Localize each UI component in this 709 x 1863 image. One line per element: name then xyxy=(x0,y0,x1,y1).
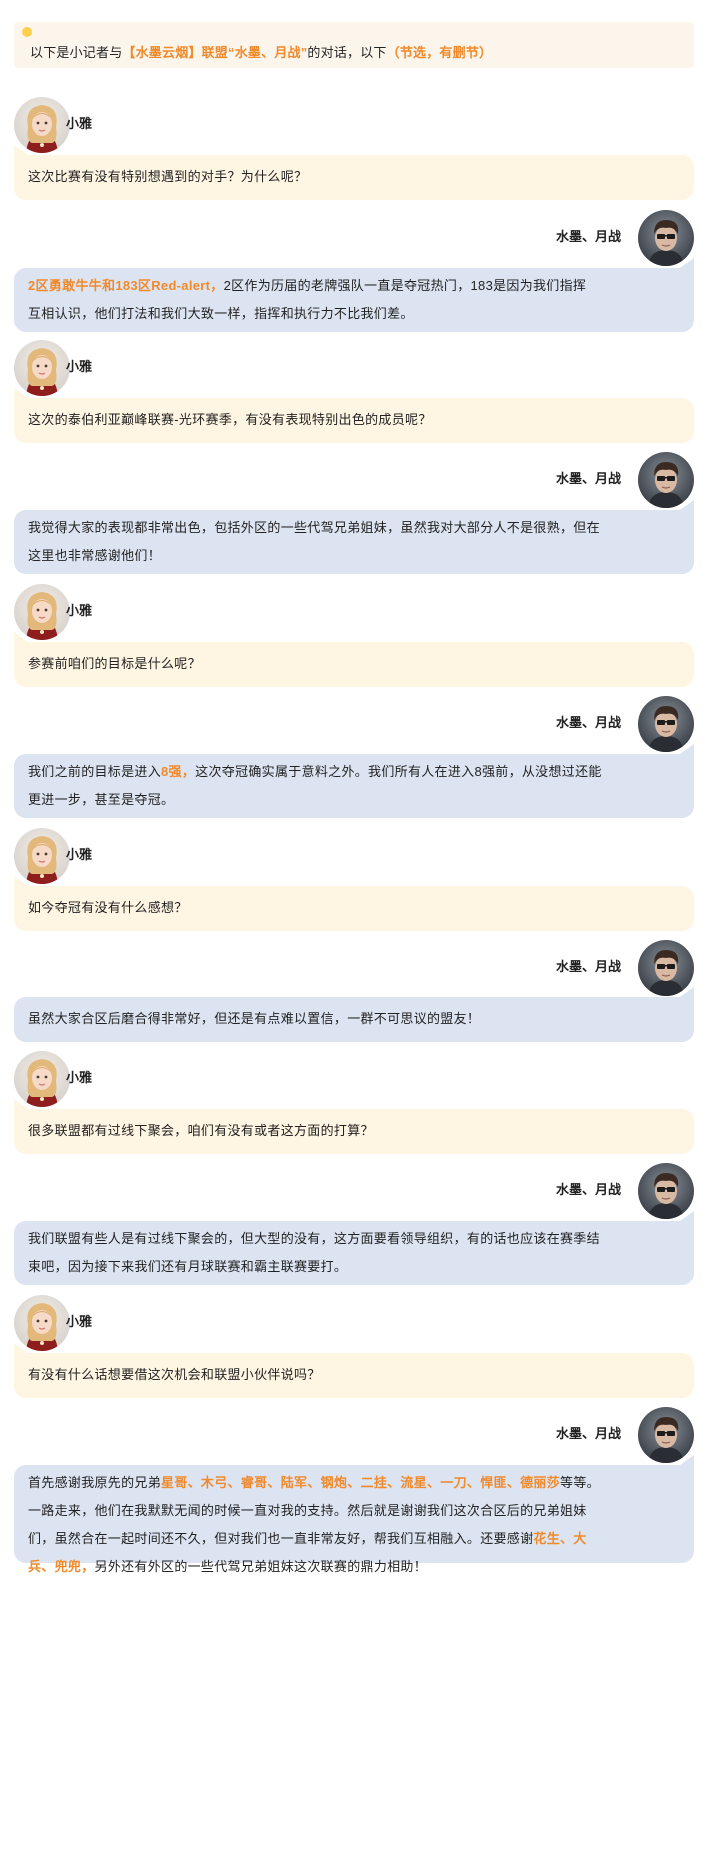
question-text: 这次比赛有没有特别想遇到的对手？为什么呢？ xyxy=(28,169,308,184)
question-bubble: 参赛前咱们的目标是什么呢？ xyxy=(14,642,694,687)
question-text: 参赛前咱们的目标是什么呢？ xyxy=(28,656,201,671)
question-bubble-tail xyxy=(14,632,28,642)
intro-banner: 以下是小记者与【水墨云烟】联盟“水墨、月战”的对话，以下（节选，有删节） xyxy=(14,22,694,68)
answer-bubble: 我觉得大家的表现都非常出色，包括外区的一些代驾兄弟姐妹，虽然我对大部分人不是很熟… xyxy=(14,510,694,574)
question-bubble-tail xyxy=(14,1343,28,1353)
answer-bubble: 我们联盟有些人是有过线下聚会的，但大型的没有，这方面要看领导组织，有的话也应该在… xyxy=(14,1221,694,1285)
answer-text: 我们之前的目标是进入 xyxy=(28,764,162,779)
answer-bubble-tail xyxy=(680,987,694,997)
answer-text: 更进一步，甚至是夺冠。 xyxy=(28,792,175,807)
question-bubble-tail xyxy=(14,876,28,886)
answer-bubble-tail xyxy=(680,500,694,510)
question-bubble-tail xyxy=(14,388,28,398)
question-text: 这次的泰伯利亚巅峰联赛-光环赛季，有没有表现特别出色的成员呢？ xyxy=(28,412,432,427)
answer-text: 一路走来，他们在我默默无闻的时候一直对我的支持。然后就是谢谢我们这次合区后的兄弟… xyxy=(28,1503,587,1518)
answer-text: 2区作为历届的老牌强队一直是夺冠热门，183是因为我们指挥 xyxy=(223,278,587,293)
intro-alliance: 【水墨云烟】联盟 xyxy=(122,45,229,60)
answer-bubble-tail xyxy=(680,258,694,268)
player-name: 水墨、月战 xyxy=(556,229,622,244)
answer-bubble-tail xyxy=(680,1455,694,1465)
answer-text: 另外还有外区的一些代驾兄弟姐妹这次联赛的鼎力相助！ xyxy=(94,1559,428,1574)
answer-text: 等等。 xyxy=(560,1475,600,1490)
answer-text: 我们联盟有些人是有过线下聚会的，但大型的没有，这方面要看领导组织，有的话也应该在… xyxy=(28,1231,600,1246)
intro-text-2: 的对话，以下 xyxy=(307,45,387,60)
player-name: 水墨、月战 xyxy=(556,715,622,730)
answer-text: 们，虽然合在一起时间还不久，但对我们也一直非常友好，帮我们互相融入。还要感谢 xyxy=(28,1531,534,1546)
player-name: 水墨、月战 xyxy=(556,1426,622,1441)
yellow-dot-icon xyxy=(22,27,32,37)
interviewer-name: 小雅 xyxy=(66,1070,93,1085)
answer-text: 互相认识，他们打法和我们大致一样，指挥和执行力不比我们差。 xyxy=(28,306,414,321)
answer-bubble: 2区勇敢牛牛和183区Red-alert，2区作为历届的老牌强队一直是夺冠热门，… xyxy=(14,268,694,332)
answer-highlight: 2区勇敢牛牛和183区Red-alert， xyxy=(28,278,224,293)
question-bubble: 很多联盟都有过线下聚会，咱们有没有或者这方面的打算？ xyxy=(14,1109,694,1154)
answer-text: 首先感谢我原先的兄弟 xyxy=(28,1475,162,1490)
question-bubble: 这次的泰伯利亚巅峰联赛-光环赛季，有没有表现特别出色的成员呢？ xyxy=(14,398,694,443)
question-bubble: 如今夺冠有没有什么感想？ xyxy=(14,886,694,931)
question-bubble: 有没有什么话想要借这次机会和联盟小伙伴说吗？ xyxy=(14,1353,694,1398)
question-text: 有没有什么话想要借这次机会和联盟小伙伴说吗？ xyxy=(28,1367,321,1382)
answer-highlight: 花生、大 xyxy=(533,1531,587,1546)
question-bubble-tail xyxy=(14,1099,28,1109)
answer-highlight-names: 星哥、木弓、睿哥、陆军、钢炮、二挂、流星、一刀、悍匪、德丽莎 xyxy=(161,1475,561,1490)
interviewer-name: 小雅 xyxy=(66,603,93,618)
question-bubble-tail xyxy=(14,145,28,155)
answer-bubble: 虽然大家合区后磨合得非常好，但还是有点难以置信，一群不可思议的盟友！ xyxy=(14,997,694,1042)
answer-text: 这次夺冠确实属于意料之外。我们所有人在进入8强前，从没想过还能 xyxy=(195,764,602,779)
interviewer-name: 小雅 xyxy=(66,359,93,374)
answer-text: 束吧，因为接下来我们还有月球联赛和霸主联赛要打。 xyxy=(28,1259,348,1274)
interviewer-name: 小雅 xyxy=(66,1314,93,1329)
answer-text: 虽然大家合区后磨合得非常好，但还是有点难以置信，一群不可思议的盟友！ xyxy=(28,1011,481,1026)
answer-text: 这里也非常感谢他们！ xyxy=(28,548,162,563)
player-name: 水墨、月战 xyxy=(556,1182,622,1197)
interviewer-name: 小雅 xyxy=(66,847,93,862)
answer-bubble: 首先感谢我原先的兄弟星哥、木弓、睿哥、陆军、钢炮、二挂、流星、一刀、悍匪、德丽莎… xyxy=(14,1465,694,1574)
intro-player: “水墨、月战” xyxy=(228,45,308,60)
answer-text: 我觉得大家的表现都非常出色，包括外区的一些代驾兄弟姐妹，虽然我对大部分人不是很熟… xyxy=(28,520,600,535)
answer-highlight: 兵、兜兜， xyxy=(28,1559,95,1574)
player-name: 水墨、月战 xyxy=(556,959,622,974)
answer-bubble-tail xyxy=(680,1211,694,1221)
answer-bubble: 我们之前的目标是进入8强，这次夺冠确实属于意料之外。我们所有人在进入8强前，从没… xyxy=(14,754,694,818)
intro-note: （节选，有删节） xyxy=(386,45,493,60)
question-text: 很多联盟都有过线下聚会，咱们有没有或者这方面的打算？ xyxy=(28,1123,374,1138)
interviewer-name: 小雅 xyxy=(66,116,93,131)
question-text: 如今夺冠有没有什么感想？ xyxy=(28,900,188,915)
answer-bubble-tail xyxy=(680,744,694,754)
player-name: 水墨、月战 xyxy=(556,471,622,486)
question-bubble: 这次比赛有没有特别想遇到的对手？为什么呢？ xyxy=(14,155,694,200)
answer-highlight: 8强， xyxy=(161,764,196,779)
intro-text: 以下是小记者与 xyxy=(30,45,123,60)
